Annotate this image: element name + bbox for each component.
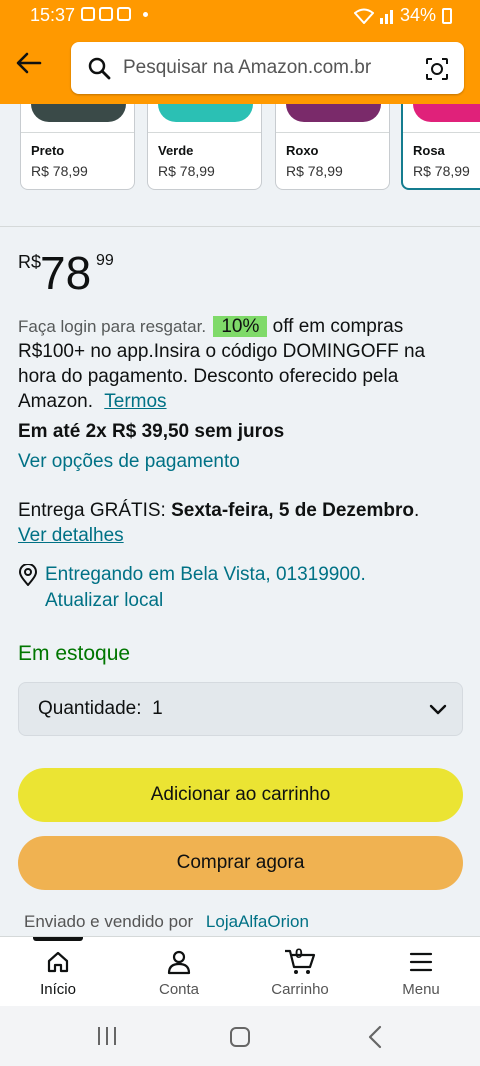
back-button-icon[interactable] [367,1025,383,1049]
price-currency: R$ [18,252,42,272]
home-icon [47,951,69,973]
seller-name-link[interactable]: LojaAlfaOrion [206,912,309,931]
search-input[interactable]: Pesquisar na Amazon.com.br [123,57,371,79]
variant-image [148,104,261,133]
status-right: 34% [353,5,452,26]
promo-login-text[interactable]: Faça login para resgatar. [18,317,206,336]
variant-price: R$ 78,99 [31,163,88,179]
variant-price: R$ 78,99 [413,163,470,179]
variant-name: Rosa [413,143,445,158]
status-bar: 15:37 34% [0,0,480,30]
delivery-date: Sexta-feira, 5 de Dezembro [171,500,414,521]
active-tab-indicator [33,937,83,941]
variant-image [21,104,134,133]
variant-card-roxo[interactable]: Roxo R$ 78,99 [275,104,390,190]
stock-status: Em estoque [18,642,131,665]
nav-account[interactable]: Conta [134,947,224,998]
variant-card-rosa[interactable]: Rosa R$ 78,99 [401,104,480,190]
app-header: Pesquisar na Amazon.com.br [0,30,480,104]
signal-icon [379,9,393,24]
delivery-prefix: Entrega GRÁTIS: [18,500,166,521]
variant-image [403,104,480,133]
bottom-navigation: Início Conta 0 Carrinho Menu [0,936,480,1007]
add-to-cart-button[interactable]: Adicionar ao carrinho [18,768,463,822]
variant-card-preto[interactable]: Preto R$ 78,99 [20,104,135,190]
home-button-icon[interactable] [229,1026,251,1048]
promo-text: Faça login para resgatar. 10% off em com… [18,314,463,414]
buy-now-button[interactable]: Comprar agora [18,836,463,890]
system-navigation-bar [0,1006,480,1066]
instagram-notification-icon-2 [117,7,131,21]
chevron-down-icon [429,704,447,715]
nav-home-label: Início [40,981,76,998]
cart-badge: 0 [295,945,303,961]
gallery-notification-icon [81,7,95,21]
variant-card-verde[interactable]: Verde R$ 78,99 [147,104,262,190]
variant-selector: Preto R$ 78,99 Verde R$ 78,99 Roxo R$ 78… [0,104,480,227]
nav-cart[interactable]: 0 Carrinho [255,945,345,998]
nav-cart-label: Carrinho [271,981,329,998]
nav-menu[interactable]: Menu [376,947,466,998]
battery-icon [442,7,452,24]
quantity-value: 1 [152,698,163,719]
menu-icon [409,952,433,972]
variant-name: Preto [31,143,65,158]
wifi-icon [353,8,374,24]
location-line1[interactable]: Entregando em Bela Vista, 01319900. [45,562,366,588]
location-pin-icon [18,564,38,586]
promo-percent-badge: 10% [213,316,268,337]
variant-name: Verde [158,143,194,158]
quantity-selector[interactable]: Quantidade: 1 [18,682,463,736]
quantity-label-wrap: Quantidade: 1 [38,698,163,720]
price-integer: 78 [40,247,92,299]
seller-info: Enviado e vendido por LojaAlfaOrion [24,912,309,932]
installments-info: Em até 2x R$ 39,50 sem juros [18,421,285,442]
quantity-label: Quantidade: [38,698,142,719]
search-icon [88,57,111,80]
nav-home[interactable]: Início [13,947,103,998]
instagram-notification-icon [99,7,113,21]
camera-search-icon[interactable] [424,56,450,82]
payment-options-link[interactable]: Ver opções de pagamento [18,451,240,473]
update-location-link[interactable]: Atualizar local [45,588,366,614]
nav-account-label: Conta [158,981,200,998]
delivery-info: Entrega GRÁTIS: Sexta-feira, 5 de Dezemb… [18,498,468,548]
seller-label: Enviado e vendido por [24,912,194,931]
variant-price: R$ 78,99 [158,163,215,179]
variant-image [276,104,389,133]
status-time: 15:37 [30,5,76,25]
search-bar[interactable]: Pesquisar na Amazon.com.br [71,42,464,94]
delivery-details-link[interactable]: Ver detalhes [18,525,124,546]
recent-apps-icon[interactable] [96,1026,118,1046]
battery-percent: 34% [399,5,436,25]
terms-link[interactable]: Termos [104,391,166,412]
variant-price: R$ 78,99 [286,163,343,179]
more-notifications-icon [143,12,148,17]
person-icon [167,950,191,975]
delivery-suffix: . [414,500,420,521]
notification-icons [81,7,148,21]
back-arrow-icon[interactable] [14,48,44,78]
price-decimal: 99 [96,252,114,269]
nav-menu-label: Menu [402,981,440,998]
variant-name: Roxo [286,143,319,158]
delivery-location[interactable]: Entregando em Bela Vista, 01319900. Atua… [18,562,366,614]
